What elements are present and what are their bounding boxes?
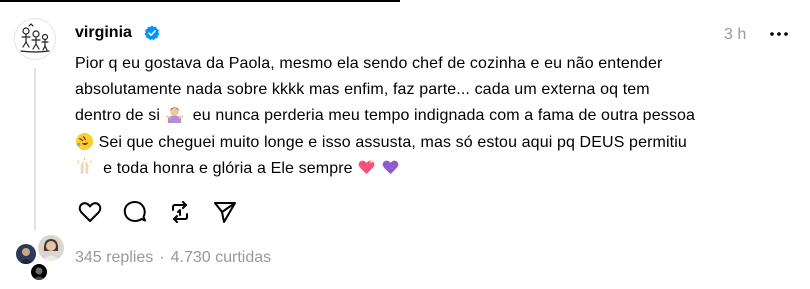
purple-heart-emoji: [382, 160, 399, 174]
reply-avatar: [31, 264, 47, 280]
repost-icon[interactable]: [167, 199, 193, 225]
post-line-2: absolutamente nada sobre kkkk mas enfim,…: [75, 81, 650, 99]
comment-icon[interactable]: [122, 199, 148, 225]
post-text: Pior q eu gostava da Paola, mesmo ela se…: [75, 51, 805, 182]
thread-line: [34, 68, 36, 230]
verified-badge-icon: [144, 25, 160, 41]
woman-shrugging-emoji: [165, 107, 183, 124]
top-divider: [0, 0, 400, 2]
more-options-icon[interactable]: [767, 26, 791, 42]
rolling-laughing-emoji: [75, 132, 94, 150]
sparkling-heart-emoji: [358, 159, 375, 174]
post-line-3: dentro de si: [75, 107, 161, 125]
avatar-doodle: [20, 23, 50, 53]
timestamp: 3 h: [724, 26, 747, 43]
reply-avatar: [16, 244, 36, 264]
replies-count[interactable]: 345 replies: [75, 249, 153, 266]
reply-avatar: [38, 235, 64, 261]
stats-separator: ·: [159, 249, 165, 266]
likes-count[interactable]: 4.730 curtidas: [171, 249, 272, 266]
praying-hands-emoji: [77, 157, 92, 174]
post-line-1: Pior q eu gostava da Paola, mesmo ela se…: [75, 55, 663, 72]
share-icon[interactable]: [212, 199, 238, 225]
username[interactable]: virginia: [75, 24, 132, 42]
post-line-4: eu nunca perderia meu tempo indignada co…: [192, 107, 695, 125]
avatar[interactable]: [14, 18, 56, 60]
like-icon[interactable]: [77, 199, 103, 225]
post-line-5: Sei que cheguei muito longe e isso assus…: [98, 133, 687, 151]
post-line-6: e toda honra e glória a Ele sempre: [103, 159, 353, 177]
post-stats: 345 replies · 4.730 curtidas: [75, 249, 271, 267]
